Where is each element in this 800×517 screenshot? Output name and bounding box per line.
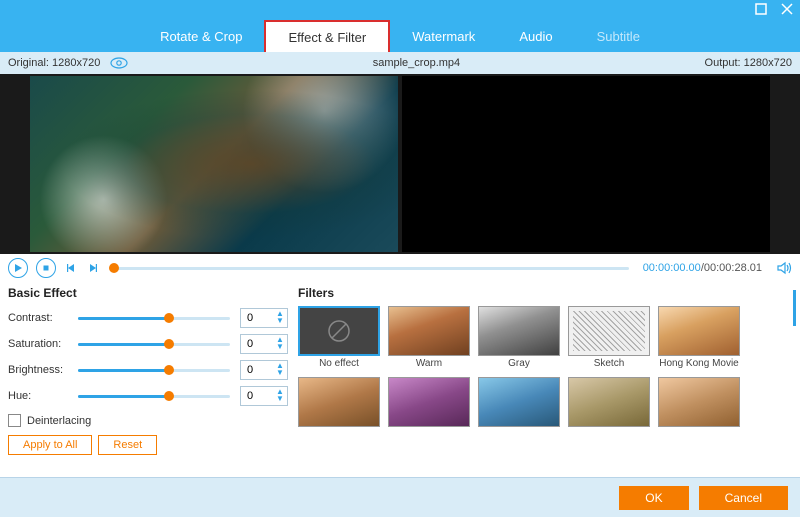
tab-audio[interactable]: Audio <box>497 20 574 52</box>
deinterlacing-checkbox[interactable] <box>8 414 21 427</box>
deinterlacing-row[interactable]: Deinterlacing <box>8 414 288 427</box>
next-frame-button[interactable] <box>86 258 100 278</box>
original-resolution: Original: 1280x720 <box>8 57 100 69</box>
filter-sketch[interactable]: Sketch <box>568 306 650 369</box>
tab-effect-filter[interactable]: Effect & Filter <box>264 20 390 52</box>
contrast-label: Contrast: <box>8 312 78 324</box>
reset-button[interactable]: Reset <box>98 435 157 455</box>
spin-down-icon[interactable]: ▼ <box>275 318 285 325</box>
preview-original <box>30 76 398 252</box>
stop-button[interactable] <box>36 258 56 278</box>
hue-value[interactable]: 0▲▼ <box>240 386 288 406</box>
info-bar: Original: 1280x720 sample_crop.mp4 Outpu… <box>0 52 800 74</box>
brightness-label: Brightness: <box>8 364 78 376</box>
saturation-value[interactable]: 0▲▼ <box>240 334 288 354</box>
filter-item-9[interactable] <box>568 377 650 429</box>
hue-row: Hue: 0▲▼ <box>8 384 288 408</box>
tab-watermark[interactable]: Watermark <box>390 20 497 52</box>
filename-label: sample_crop.mp4 <box>128 57 704 69</box>
brightness-slider[interactable] <box>78 369 230 372</box>
preview-area <box>0 74 800 254</box>
filters-scrollbar[interactable] <box>793 290 796 326</box>
tab-rotate-crop[interactable]: Rotate & Crop <box>138 20 264 52</box>
play-button[interactable] <box>8 258 28 278</box>
maximize-icon[interactable] <box>754 2 768 21</box>
footer-bar: OK Cancel <box>0 477 800 517</box>
basic-effect-title: Basic Effect <box>8 286 288 300</box>
title-bar <box>0 0 800 20</box>
spin-down-icon[interactable]: ▼ <box>275 370 285 377</box>
timecode: 00:00:00.00/00:00:28.01 <box>643 262 762 274</box>
apply-to-all-button[interactable]: Apply to All <box>8 435 92 455</box>
playback-controls: 00:00:00.00/00:00:28.01 <box>0 254 800 282</box>
contrast-row: Contrast: 0▲▼ <box>8 306 288 330</box>
filters-panel: Filters No effect Warm Gray Sketch Hong … <box>298 286 792 457</box>
filter-item-8[interactable] <box>478 377 560 429</box>
tab-bar: Rotate & Crop Effect & Filter Watermark … <box>0 20 800 52</box>
cancel-button[interactable]: Cancel <box>699 486 788 510</box>
saturation-row: Saturation: 0▲▼ <box>8 332 288 356</box>
deinterlacing-label: Deinterlacing <box>27 415 91 427</box>
main-panel: Basic Effect Contrast: 0▲▼ Saturation: 0… <box>0 282 800 457</box>
filter-item-6[interactable] <box>298 377 380 429</box>
prev-frame-button[interactable] <box>64 258 78 278</box>
hue-slider[interactable] <box>78 395 230 398</box>
contrast-value[interactable]: 0▲▼ <box>240 308 288 328</box>
saturation-slider[interactable] <box>78 343 230 346</box>
hue-label: Hue: <box>8 390 78 402</box>
eye-icon[interactable] <box>110 57 128 69</box>
brightness-value[interactable]: 0▲▼ <box>240 360 288 380</box>
output-resolution: Output: 1280x720 <box>705 57 792 69</box>
basic-effect-panel: Basic Effect Contrast: 0▲▼ Saturation: 0… <box>8 286 288 457</box>
filter-no-effect[interactable]: No effect <box>298 306 380 369</box>
filter-item-10[interactable] <box>658 377 740 429</box>
contrast-slider[interactable] <box>78 317 230 320</box>
playback-timeline[interactable] <box>114 267 629 270</box>
filter-warm[interactable]: Warm <box>388 306 470 369</box>
filters-grid: No effect Warm Gray Sketch Hong Kong Mov… <box>298 306 792 429</box>
brightness-row: Brightness: 0▲▼ <box>8 358 288 382</box>
close-icon[interactable] <box>780 2 794 21</box>
saturation-label: Saturation: <box>8 338 78 350</box>
volume-icon[interactable] <box>776 260 792 276</box>
filter-item-7[interactable] <box>388 377 470 429</box>
filter-gray[interactable]: Gray <box>478 306 560 369</box>
spin-down-icon[interactable]: ▼ <box>275 344 285 351</box>
preview-output <box>402 76 770 252</box>
tab-subtitle[interactable]: Subtitle <box>575 20 662 52</box>
spin-down-icon[interactable]: ▼ <box>275 396 285 403</box>
filter-hong-kong-movie[interactable]: Hong Kong Movie <box>658 306 740 369</box>
ok-button[interactable]: OK <box>619 486 688 510</box>
filters-title: Filters <box>298 286 792 300</box>
